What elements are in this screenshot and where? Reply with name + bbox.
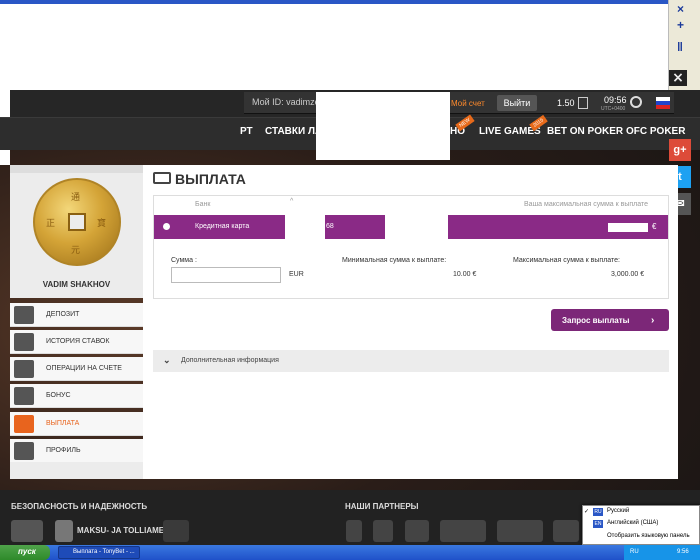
partner-logo (497, 520, 543, 542)
coin-hole (68, 213, 86, 231)
partner-logo (440, 520, 486, 542)
partner-logo (373, 520, 393, 542)
redacted-block (316, 92, 450, 160)
tray-language[interactable]: RU (630, 549, 639, 555)
partners-title: НАШИ ПАРТНЕРЫ (345, 502, 419, 511)
redacted-block (608, 223, 648, 232)
check-icon: ✓ (584, 509, 590, 515)
google-plus-icon[interactable]: g+ (669, 139, 691, 161)
sidebar-item-bonus[interactable]: БОНУС (10, 384, 143, 408)
money-icon (153, 172, 171, 184)
coin-character: 寶 (97, 219, 107, 229)
nav-item-live-bets[interactable]: СТАВКИ ЛА (265, 126, 322, 137)
sidebar-item-label: БОНУС (46, 392, 71, 399)
start-label: пуск (18, 547, 36, 556)
partner-logo (553, 520, 579, 542)
clock-icon (630, 96, 642, 108)
browser-title-bar (0, 0, 668, 4)
sidebar-item-profile[interactable]: ПРОФИЛЬ (10, 439, 143, 463)
sidebar-item-label: ОПЕРАЦИИ НА СЧЕТЕ (46, 365, 122, 372)
card-number: 68 (326, 223, 334, 230)
sort-icon[interactable]: ^ (290, 198, 293, 205)
sidebar-item-account-operations[interactable]: ОПЕРАЦИИ НА СЧЕТЕ (10, 357, 143, 381)
sidebar-item-label: ИСТОРИЯ СТАВОК (46, 338, 110, 345)
taskbar-item-label: Выплата - TonyBet - ... (73, 549, 135, 555)
sidebar-item-label: ВЫПЛАТА (46, 420, 80, 427)
sidebar-item-bet-history[interactable]: ИСТОРИЯ СТАВОК (10, 330, 143, 354)
logout-button[interactable]: Выйти (497, 95, 537, 111)
list-icon (14, 333, 34, 351)
coin-character: 通 (71, 193, 81, 203)
chevron-right-icon: › (651, 315, 655, 326)
clock-time: 09:56 (604, 95, 627, 105)
sum-label: Сумма : (171, 257, 197, 264)
close-overlay-icon[interactable]: × (669, 70, 687, 86)
browser-content-area (0, 0, 668, 90)
coin-character: 正 (46, 219, 56, 229)
security-title: БЕЗОПАСНОСТЬ И НАДЕЖНОСТЬ (11, 502, 148, 511)
sidebar-footer (10, 462, 143, 479)
gift-icon (14, 387, 34, 405)
partner-logo (405, 520, 429, 542)
side-scroll-icon[interactable]: ‖ (677, 40, 683, 54)
lang-option-russian[interactable]: Русский (607, 508, 629, 514)
card-name: Кредитная карта (195, 223, 250, 230)
tray-clock: 9:56 (677, 549, 689, 555)
redacted-block (385, 215, 448, 239)
show-language-bar[interactable]: Отобразить языковую панель (607, 533, 690, 539)
min-amount-label: Минимальная сумма к выплате: (342, 257, 447, 264)
request-withdrawal-label: Запрос выплаты (562, 316, 630, 325)
sum-currency: EUR (289, 271, 304, 278)
sidebar-item-withdrawal[interactable]: ВЫПЛАТА (10, 412, 143, 436)
balance-icon (578, 97, 588, 109)
column-header-max-amount: Ваша максимальная сумма к выплате (524, 201, 648, 208)
clock-timezone: UTC+0400 (601, 106, 626, 112)
new-tab-icon[interactable]: + (677, 18, 684, 32)
sidebar-item-label: ДЕПОЗИТ (46, 311, 80, 318)
sidebar-item-deposit[interactable]: ДЕПОЗИТ (10, 303, 143, 327)
max-amount-label: Максимальная сумма к выплате: (513, 257, 621, 264)
sidebar-item-label: ПРОФИЛЬ (46, 447, 81, 454)
partner-logo (346, 520, 362, 542)
redacted-block (285, 215, 325, 239)
lang-code: RU (593, 508, 603, 516)
nav-item-bet-on-poker[interactable]: BET ON POKER (547, 126, 623, 137)
eu-logo (11, 520, 43, 542)
lang-option-english[interactable]: Английский (США) (607, 520, 658, 526)
extra-info-label: Дополнительная информация (181, 357, 279, 364)
min-amount-value: 10.00 € (453, 271, 477, 278)
money-icon (14, 415, 34, 433)
card-radio[interactable] (163, 223, 170, 230)
sum-input[interactable] (171, 267, 281, 283)
nav-item-sport[interactable]: РТ (240, 126, 253, 137)
lang-code: EN (593, 520, 603, 528)
coin-character: 元 (71, 246, 81, 256)
maksu-logo (55, 520, 73, 542)
wallet-icon (14, 306, 34, 324)
column-header-bank[interactable]: Банк (195, 201, 210, 208)
bank-table (153, 195, 669, 299)
max-amount-value: 3,000.00 € (611, 271, 645, 278)
username: VADIM SHAKHOV (42, 280, 111, 289)
profile-panel-header (10, 165, 143, 173)
maksu-text: MAKSU- JA TOLLIAMET (77, 526, 169, 535)
nav-item-ofc-poker[interactable]: OFC POKER (626, 126, 685, 137)
partner-logo (163, 520, 189, 542)
balance-value: 1.50 (557, 98, 575, 108)
chevron-down-icon: ⌄ (163, 355, 171, 365)
russian-flag-icon[interactable] (656, 97, 670, 109)
my-account-link[interactable]: Мой счет (451, 99, 485, 108)
sliders-icon (14, 442, 34, 460)
coins-icon (14, 360, 34, 378)
card-max-amount: € (652, 222, 657, 231)
close-tab-icon[interactable]: × (677, 2, 684, 16)
page-title: ВЫПЛАТА (175, 171, 246, 187)
account-id: Мой ID: vadimzes (252, 97, 325, 107)
